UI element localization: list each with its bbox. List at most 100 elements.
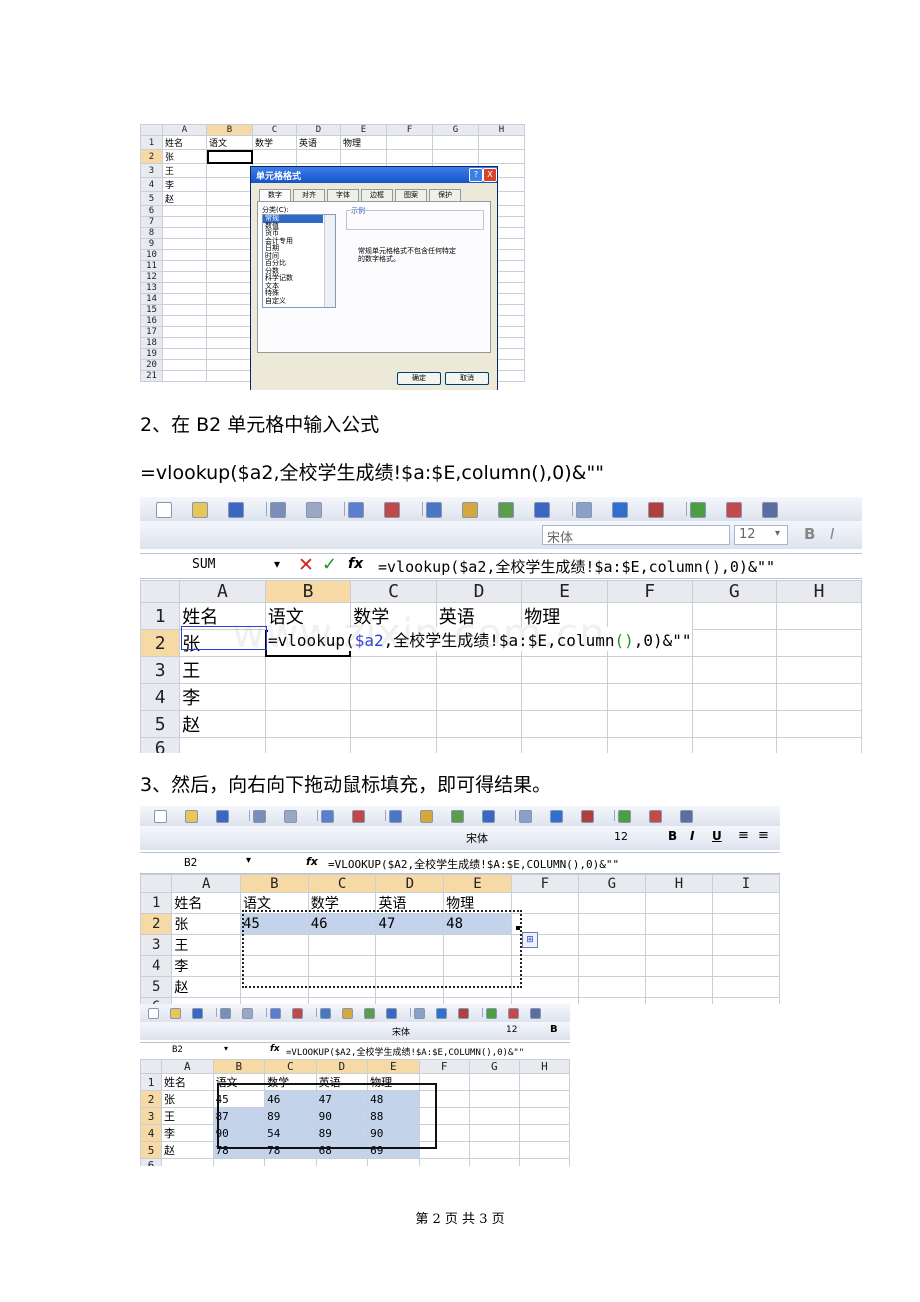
column-header-E[interactable]: E [521, 580, 608, 603]
grid-cell[interactable] [435, 656, 523, 684]
column-header-D[interactable]: D [315, 1059, 369, 1074]
ok-button[interactable]: 确定 [397, 372, 441, 385]
toolbar-button-icon[interactable] [242, 1008, 253, 1019]
grid-cell[interactable] [206, 359, 253, 371]
grid-cell[interactable]: 赵 [179, 710, 266, 738]
toolbar-button-icon[interactable] [386, 1008, 397, 1019]
grid-cell[interactable]: 赵 [162, 191, 207, 206]
grid-cell[interactable] [691, 656, 778, 684]
grid-cell[interactable] [206, 216, 253, 228]
toolbar-button-icon[interactable] [451, 810, 464, 823]
toolbar-button-icon[interactable] [352, 810, 365, 823]
font-name[interactable]: 宋体 [466, 830, 488, 846]
grid-cell[interactable] [264, 683, 352, 711]
bold-icon[interactable]: B [804, 525, 815, 543]
tab-5[interactable]: 保护 [429, 189, 461, 201]
grid-cell[interactable] [435, 683, 523, 711]
row-header-4[interactable]: 4 [140, 1124, 163, 1142]
grid-cell[interactable] [691, 710, 778, 738]
toolbar-button-icon[interactable] [550, 810, 563, 823]
row-header-8[interactable]: 8 [140, 227, 163, 239]
tab-1[interactable]: 对齐 [293, 189, 325, 201]
row-header-1[interactable]: 1 [140, 135, 163, 150]
grid-cell[interactable] [350, 737, 437, 753]
grid-cell[interactable] [644, 892, 713, 914]
grid-cell[interactable] [606, 710, 693, 738]
grid-cell[interactable] [206, 260, 253, 272]
grid-cell[interactable] [264, 1158, 317, 1166]
grid-cell[interactable] [776, 656, 862, 684]
grid-cell[interactable] [711, 976, 780, 998]
grid-cell[interactable] [468, 1158, 520, 1166]
grid-cell[interactable] [468, 1141, 520, 1159]
grid-cell[interactable] [776, 602, 862, 630]
toolbar-button-icon[interactable] [270, 1008, 281, 1019]
grid-cell[interactable]: 赵 [171, 976, 241, 998]
toolbar-button-icon[interactable] [680, 810, 693, 823]
grid-cell[interactable]: 王 [162, 163, 207, 178]
row-header-1[interactable]: 1 [140, 602, 181, 630]
column-header-H[interactable]: H [644, 874, 713, 893]
grid-cell[interactable]: 英语 [296, 135, 341, 150]
grid-cell[interactable] [264, 656, 352, 684]
grid-cell[interactable] [776, 737, 862, 753]
insert-function-icon[interactable]: fx [270, 1044, 280, 1054]
row-header-5[interactable]: 5 [140, 710, 181, 738]
toolbar-button-icon[interactable] [649, 810, 662, 823]
grid-cell[interactable] [206, 191, 253, 206]
toolbar-button-icon[interactable] [762, 502, 778, 518]
row-header-18[interactable]: 18 [140, 337, 163, 349]
grid-cell[interactable] [162, 370, 207, 382]
grid-cell[interactable] [179, 737, 266, 753]
grid-cell[interactable] [606, 683, 693, 711]
grid-cell[interactable] [518, 1090, 570, 1108]
grid-cell[interactable]: 姓名 [171, 892, 241, 914]
column-header-C[interactable]: C [350, 580, 437, 603]
grid-cell[interactable] [577, 955, 646, 977]
formula-text[interactable]: =VLOOKUP($A2,全校学生成绩!$A:$E,COLUMN(),0)&"" [328, 856, 619, 872]
name-box[interactable]: B2 [184, 856, 197, 869]
toolbar-button-icon[interactable] [320, 1008, 331, 1019]
toolbar-button-icon[interactable] [342, 1008, 353, 1019]
bold-icon[interactable]: B [550, 1024, 558, 1035]
grid-cell[interactable]: 姓名 [161, 1073, 214, 1091]
corner-cell[interactable] [140, 874, 173, 893]
grid-cell[interactable] [264, 710, 352, 738]
fill-handle[interactable] [516, 926, 520, 930]
toolbar-button-icon[interactable] [348, 502, 364, 518]
toolbar-button-icon[interactable] [148, 1008, 159, 1019]
tab-3[interactable]: 边框 [361, 189, 393, 201]
toolbar-button-icon[interactable] [436, 1008, 447, 1019]
column-header-I[interactable]: I [711, 874, 780, 893]
toolbar-button-icon[interactable] [192, 502, 208, 518]
grid-cell[interactable] [162, 315, 207, 327]
grid-cell[interactable] [206, 282, 253, 294]
toolbar-button-icon[interactable] [648, 502, 664, 518]
font-size-box[interactable]: 12 ▾ [734, 525, 788, 545]
toolbar-button-icon[interactable] [253, 810, 266, 823]
chevron-down-icon[interactable]: ▾ [224, 1044, 228, 1053]
cancel-edit-icon[interactable]: ✕ [298, 554, 314, 576]
grid-cell[interactable] [212, 1158, 266, 1166]
column-header-A[interactable]: A [179, 580, 266, 603]
toolbar-button-icon[interactable] [292, 1008, 303, 1019]
grid-cell[interactable] [606, 602, 693, 630]
bold-icon[interactable]: B [668, 829, 677, 843]
formula-text[interactable]: =vlookup($a2,全校学生成绩!$a:$E,column(),0)&"" [378, 556, 775, 577]
grid-cell[interactable] [776, 710, 862, 738]
row-header-3[interactable]: 3 [140, 656, 181, 684]
grid-cell[interactable] [435, 737, 523, 753]
grid-cell[interactable] [518, 1141, 570, 1159]
column-header-H[interactable]: H [776, 580, 862, 603]
row-header-10[interactable]: 10 [140, 249, 163, 261]
toolbar-button-icon[interactable] [170, 1008, 181, 1019]
grid-cell[interactable] [162, 348, 207, 360]
grid-cell[interactable] [468, 1124, 520, 1142]
font-size[interactable]: 12 [506, 1025, 517, 1035]
row-header-3[interactable]: 3 [140, 934, 173, 956]
column-header-D[interactable]: D [375, 874, 445, 893]
grid-cell[interactable] [162, 271, 207, 283]
grid-cell[interactable] [161, 1158, 214, 1166]
grid-cell[interactable] [521, 656, 608, 684]
column-header-G[interactable]: G [691, 580, 778, 603]
